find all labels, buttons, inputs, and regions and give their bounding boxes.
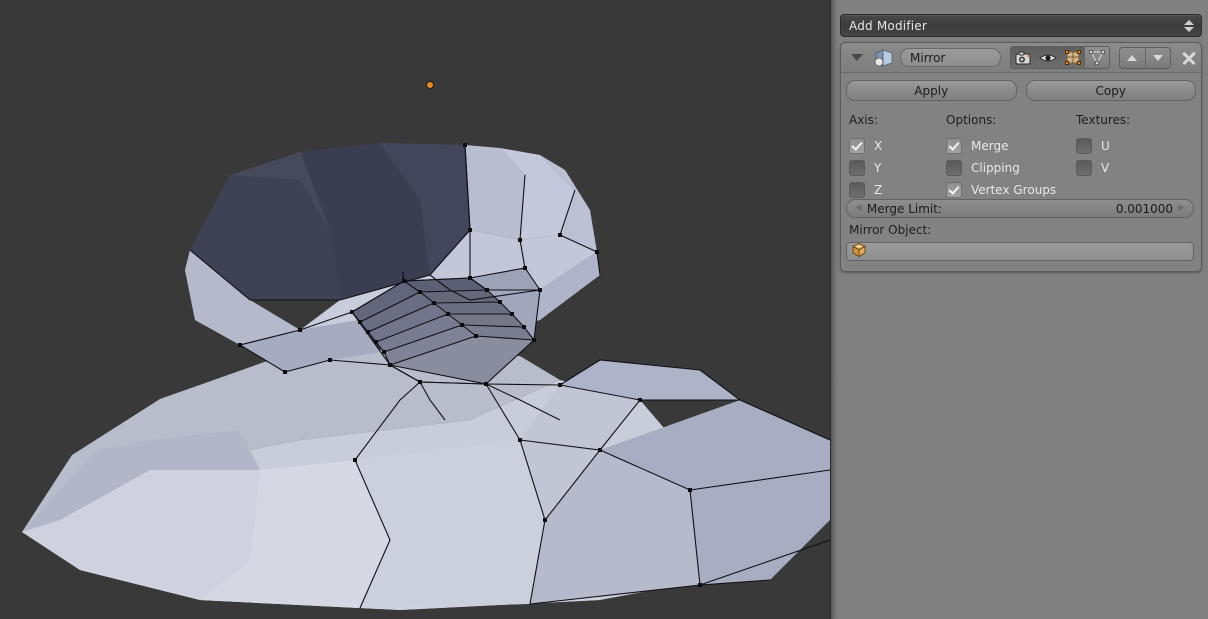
checkbox-vertex-groups[interactable]: Vertex Groups: [946, 179, 1076, 201]
checkbox-axis-z[interactable]: Z: [849, 179, 946, 201]
checkbox-label: Clipping: [971, 161, 1020, 175]
editmode-icon[interactable]: [1060, 47, 1086, 68]
close-icon[interactable]: [1181, 50, 1196, 66]
axis-column-title: Axis:: [849, 113, 878, 127]
object-origin-dot: [425, 80, 435, 90]
checkbox-clipping[interactable]: Clipping: [946, 157, 1076, 179]
axis-column: Axis: X Y Z: [849, 113, 946, 201]
checkbox-icon: [1076, 160, 1092, 176]
checkbox-texture-v[interactable]: V: [1076, 157, 1186, 179]
object-cube-icon: [851, 242, 867, 262]
checkbox-merge[interactable]: Merge: [946, 135, 1076, 157]
3d-viewport[interactable]: [0, 0, 830, 619]
options-column: Options: Merge Clipping Vertex Groups: [946, 113, 1076, 201]
properties-editor: Add Modifier Mirror Apply Copy Axis: X Y…: [830, 0, 1208, 619]
move-up-button[interactable]: [1120, 47, 1146, 68]
merge-limit-slider[interactable]: ◀ Merge Limit: 0.001000 ▶: [846, 199, 1194, 218]
textures-column-title: Textures:: [1076, 113, 1131, 127]
checkbox-icon: [946, 182, 962, 198]
checkbox-axis-y[interactable]: Y: [849, 157, 946, 179]
modifier-header: Mirror: [841, 43, 1201, 73]
checkbox-label: Vertex Groups: [971, 183, 1057, 197]
triangle-up-icon: [1127, 54, 1138, 61]
checkbox-label: Y: [874, 161, 882, 175]
apply-button[interactable]: Apply: [846, 80, 1017, 101]
triangle-left-icon[interactable]: ◀: [855, 204, 862, 213]
checkbox-icon: [849, 138, 865, 154]
merge-limit-content: Merge Limit: 0.001000: [862, 202, 1178, 216]
mirror-object-field[interactable]: [846, 242, 1194, 261]
triangle-right-icon[interactable]: ▶: [1178, 204, 1185, 213]
add-modifier-label: Add Modifier: [849, 18, 927, 33]
modifier-reorder-buttons: [1119, 46, 1172, 69]
mirror-modifier-panel: Mirror Apply Copy Axis: X Y Z Options: M…: [840, 42, 1202, 272]
modifier-action-buttons: Apply Copy: [846, 80, 1196, 101]
checkbox-label: X: [874, 139, 883, 153]
checkbox-icon: [946, 160, 962, 176]
move-down-button[interactable]: [1145, 47, 1171, 68]
modifier-display-toggles: [1010, 46, 1111, 69]
camera-icon[interactable]: [1011, 47, 1037, 68]
chevron-up-down-icon: [1184, 19, 1194, 32]
add-modifier-dropdown[interactable]: Add Modifier: [840, 14, 1202, 37]
options-column-title: Options:: [946, 113, 997, 127]
checkbox-icon: [946, 138, 962, 154]
checkbox-icon: [849, 182, 865, 198]
checkbox-label: U: [1101, 139, 1110, 153]
checkbox-icon: [849, 160, 865, 176]
modifier-options-columns: Axis: X Y Z Options: Merge Clipping Vert…: [849, 113, 1197, 201]
modifier-name-field[interactable]: Mirror: [900, 48, 1002, 67]
checkbox-texture-u[interactable]: U: [1076, 135, 1186, 157]
checkbox-label: Z: [874, 183, 883, 197]
checkbox-icon: [1076, 138, 1092, 154]
checkbox-label: Merge: [971, 139, 1009, 153]
blender-window: Add Modifier Mirror Apply Copy Axis: X Y…: [0, 0, 1208, 619]
eye-icon[interactable]: [1036, 47, 1061, 68]
triangle-down-icon[interactable]: [851, 54, 863, 61]
checkbox-axis-x[interactable]: X: [849, 135, 946, 157]
merge-limit-label: Merge Limit:: [866, 201, 942, 216]
triangle-down-icon: [1153, 54, 1164, 61]
modifier-name-text: Mirror: [910, 50, 946, 65]
viewport-canvas: [0, 0, 830, 619]
merge-limit-value: 0.001000: [1115, 201, 1174, 216]
mirror-object-label: Mirror Object:: [849, 223, 932, 237]
mirror-modifier-icon: [872, 48, 894, 68]
cage-vertices-icon[interactable]: [1085, 47, 1110, 68]
copy-button[interactable]: Copy: [1025, 80, 1196, 101]
checkbox-label: V: [1101, 161, 1110, 175]
textures-column: Textures: U V: [1076, 113, 1186, 201]
